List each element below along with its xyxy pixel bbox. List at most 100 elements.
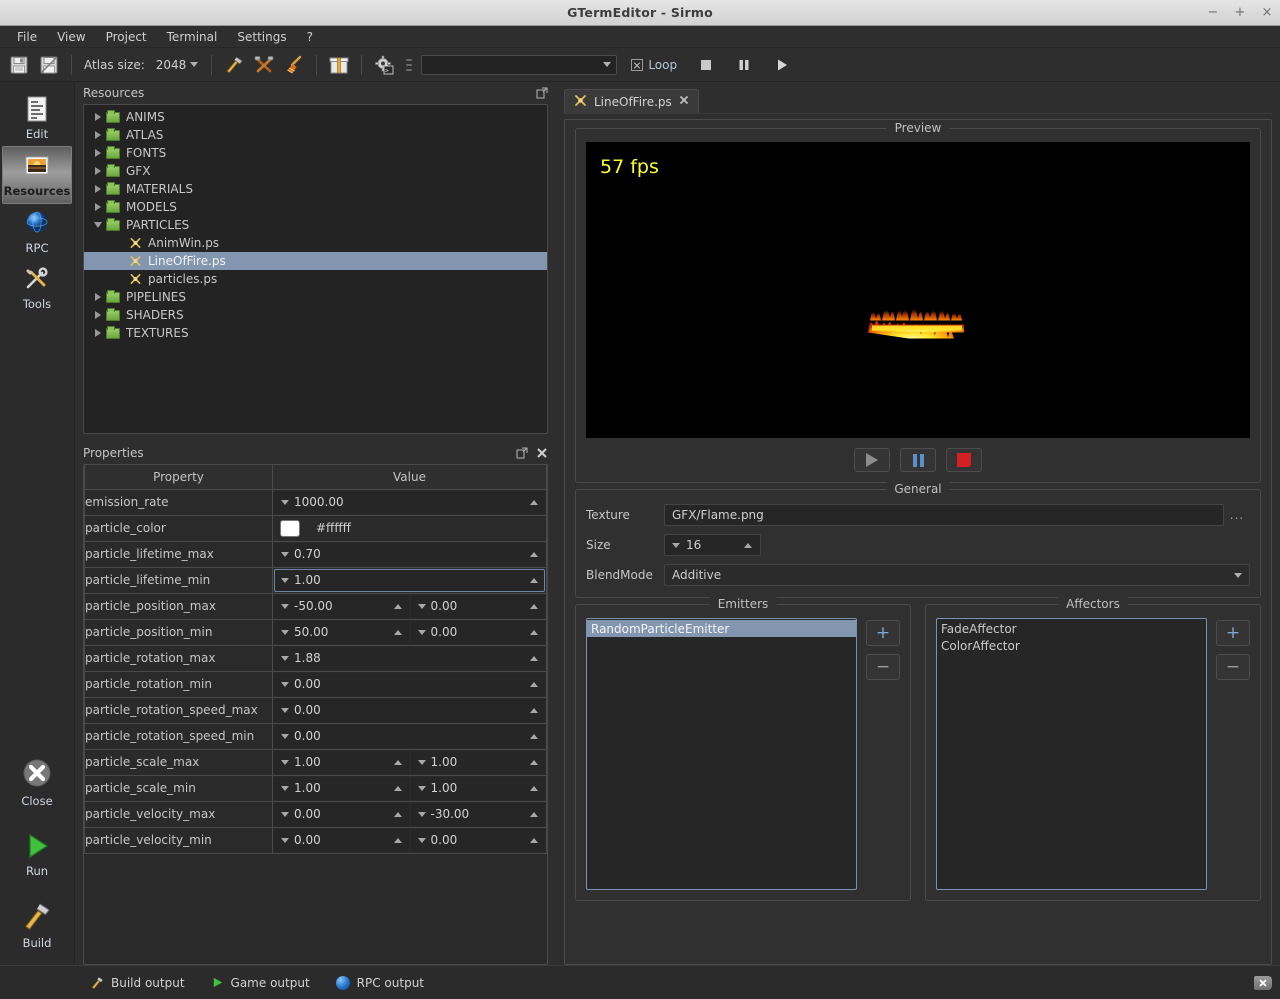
spin-down-icon[interactable] xyxy=(417,759,426,765)
property-spinbox[interactable]: 1000.00 xyxy=(274,490,545,514)
property-value-cell[interactable]: 0.00 0.00 xyxy=(272,826,547,854)
tree-expander[interactable] xyxy=(90,203,106,211)
tree-item-fonts[interactable]: FONTS xyxy=(84,144,547,162)
tree-item-gfx[interactable]: GFX xyxy=(84,162,547,180)
tab-lineoffire[interactable]: LineOfFire.ps xyxy=(564,89,699,113)
property-value-cell[interactable]: 1.00 xyxy=(272,566,547,594)
preview-stop-button[interactable] xyxy=(946,448,982,472)
spin-down-icon[interactable] xyxy=(281,603,289,609)
property-spinbox[interactable]: 0.00 xyxy=(274,672,545,696)
property-spinbox[interactable]: 1.00 xyxy=(274,568,545,592)
resource-tree[interactable]: ANIMS ATLAS FONTS GFX MATERIALS MODELS PARTICL… xyxy=(83,104,548,434)
save-icon[interactable] xyxy=(6,52,32,78)
tree-expander[interactable] xyxy=(90,293,106,301)
property-value-cell[interactable]: 0.00 xyxy=(272,670,547,698)
size-spinbox[interactable]: 16 xyxy=(664,534,761,556)
stop-icon[interactable] xyxy=(693,52,719,78)
spin-down-icon[interactable] xyxy=(281,707,289,713)
rail-item-run[interactable]: Run xyxy=(2,827,72,883)
texture-browse-button[interactable]: ... xyxy=(1224,508,1250,522)
close-button[interactable]: × xyxy=(1260,6,1274,20)
property-value-cell[interactable]: 0.00 xyxy=(272,722,547,750)
tree-item-particles[interactable]: PARTICLES xyxy=(84,216,547,234)
property-spinbox[interactable]: 1.88 xyxy=(274,646,545,670)
close-tag-icon[interactable] xyxy=(1254,975,1272,990)
emitter-add-button[interactable]: + xyxy=(866,620,900,646)
property-value-cell[interactable]: 1.00 1.00 xyxy=(272,774,547,802)
tree-expander[interactable] xyxy=(90,311,106,319)
spin-down-icon[interactable] xyxy=(281,759,289,765)
spin-down-icon[interactable] xyxy=(281,577,289,583)
statusbar-rpc-output[interactable]: RPC output xyxy=(335,975,424,990)
minimize-button[interactable]: − xyxy=(1206,6,1220,20)
tree-item-particles-ps[interactable]: particles.ps xyxy=(84,270,547,288)
tree-expander[interactable] xyxy=(90,131,106,139)
close-icon[interactable] xyxy=(534,445,550,461)
spin-up-icon[interactable] xyxy=(393,837,402,843)
spin-up-icon[interactable] xyxy=(530,499,538,505)
maximize-button[interactable]: + xyxy=(1233,6,1247,20)
property-spinbox[interactable]: -30.00 xyxy=(410,802,545,826)
tree-item-animwin-ps[interactable]: AnimWin.ps xyxy=(84,234,547,252)
property-spinbox[interactable]: 1.00 xyxy=(274,750,409,774)
spin-down-icon[interactable] xyxy=(281,837,289,843)
affector-list-item[interactable]: ColorAffector xyxy=(937,637,1206,654)
tree-item-shaders[interactable]: SHADERS xyxy=(84,306,547,324)
spin-up-icon[interactable] xyxy=(530,655,538,661)
menu-project[interactable]: Project xyxy=(97,27,156,47)
rail-item-resources[interactable]: Resources xyxy=(2,146,72,204)
atlas-size-dropdown[interactable]: 2048 xyxy=(152,56,203,74)
tree-expander[interactable] xyxy=(90,167,106,175)
tree-item-anims[interactable]: ANIMS xyxy=(84,108,547,126)
broom-icon[interactable] xyxy=(281,52,307,78)
spin-up-icon[interactable] xyxy=(744,542,752,548)
gear-terminal-icon[interactable]: >_ xyxy=(371,52,397,78)
package-icon[interactable] xyxy=(326,52,352,78)
loop-checkbox[interactable]: Loop xyxy=(631,58,677,72)
toolbar-grip[interactable] xyxy=(406,55,413,75)
tree-item-textures[interactable]: TEXTURES xyxy=(84,324,547,342)
spin-down-icon[interactable] xyxy=(281,733,289,739)
spin-down-icon[interactable] xyxy=(417,811,426,817)
statusbar-game-output[interactable]: Game output xyxy=(211,976,310,990)
spin-up-icon[interactable] xyxy=(530,759,538,765)
property-spinbox[interactable]: 50.00 xyxy=(274,620,409,644)
tree-item-lineoffire-ps[interactable]: LineOfFire.ps xyxy=(84,252,547,270)
property-spinbox[interactable]: 0.00 xyxy=(274,802,409,826)
popout-icon[interactable] xyxy=(514,445,530,461)
rail-item-tools[interactable]: Tools xyxy=(2,260,72,316)
hammer-icon[interactable] xyxy=(221,52,247,78)
property-spinbox[interactable]: 1.00 xyxy=(410,750,545,774)
property-spinbox[interactable]: 0.00 xyxy=(410,620,545,644)
spin-down-icon[interactable] xyxy=(417,603,426,609)
spin-up-icon[interactable] xyxy=(530,811,538,817)
property-value-cell[interactable]: 1000.00 xyxy=(272,488,547,516)
preview-play-button[interactable] xyxy=(854,448,890,472)
spin-down-icon[interactable] xyxy=(417,837,426,843)
spin-up-icon[interactable] xyxy=(530,785,538,791)
pause-icon[interactable] xyxy=(731,52,757,78)
property-spinbox[interactable]: 0.00 xyxy=(274,724,545,748)
property-value-cell[interactable]: 0.70 xyxy=(272,540,547,568)
affector-add-button[interactable]: + xyxy=(1216,620,1250,646)
spin-up-icon[interactable] xyxy=(393,811,402,817)
property-spinbox[interactable]: 0.70 xyxy=(274,542,545,566)
tab-close-icon[interactable] xyxy=(679,95,689,108)
menu-file[interactable]: File xyxy=(8,27,46,47)
tree-item-atlas[interactable]: ATLAS xyxy=(84,126,547,144)
spin-down-icon[interactable] xyxy=(281,681,289,687)
tree-expander[interactable] xyxy=(90,329,106,337)
spin-down-icon[interactable] xyxy=(281,655,289,661)
spin-down-icon[interactable] xyxy=(281,629,289,635)
affector-remove-button[interactable]: − xyxy=(1216,654,1250,680)
menu-settings[interactable]: Settings xyxy=(228,27,295,47)
property-spinbox[interactable]: -50.00 xyxy=(274,594,409,618)
property-value-cell[interactable]: 1.88 xyxy=(272,644,547,672)
property-value-cell[interactable]: 1.00 1.00 xyxy=(272,748,547,776)
property-value-cell[interactable]: #ffffff xyxy=(272,514,547,542)
spin-up-icon[interactable] xyxy=(393,603,402,609)
tree-item-materials[interactable]: MATERIALS xyxy=(84,180,547,198)
spin-down-icon[interactable] xyxy=(417,785,426,791)
menu-terminal[interactable]: Terminal xyxy=(158,27,227,47)
tree-expander[interactable] xyxy=(90,149,106,157)
